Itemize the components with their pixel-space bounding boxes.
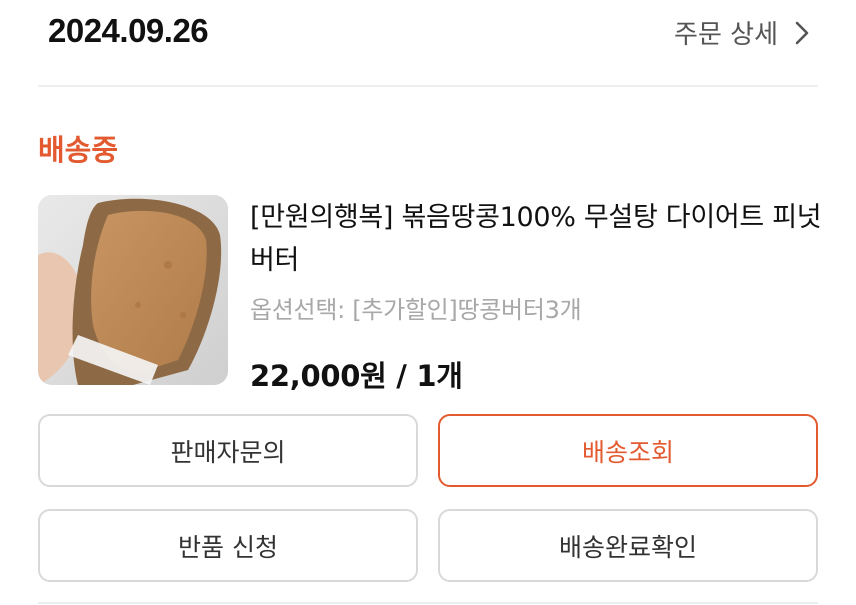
confirm-delivery-button[interactable]: 배송완료확인 <box>438 509 818 582</box>
product-option: 옵션선택: [추가할인]땅콩버터3개 <box>250 296 582 324</box>
product-price: 22,000원 / 1개 <box>250 359 463 393</box>
footer-divider <box>38 602 818 604</box>
chevron-right-icon <box>795 21 809 44</box>
product-image[interactable] <box>38 195 228 385</box>
order-card: 2024.09.26 주문 상세 배송중 [만원의행복] 볶음땅콩100% 무설… <box>0 0 856 605</box>
order-header: 2024.09.26 주문 상세 <box>0 0 856 86</box>
header-divider <box>38 85 818 87</box>
peanut-butter-toast-photo <box>38 195 228 385</box>
order-detail-label: 주문 상세 <box>674 20 778 50</box>
seller-inquiry-button[interactable]: 판매자문의 <box>38 414 418 487</box>
return-request-button[interactable]: 반품 신청 <box>38 509 418 582</box>
delivery-status: 배송중 <box>38 133 119 167</box>
product-name[interactable]: [만원의행복] 볶음땅콩100% 무설탕 다이어트 피넛버터 <box>250 196 830 282</box>
product-info: [만원의행복] 볶음땅콩100% 무설탕 다이어트 피넛버터 옵션선택: [추가… <box>250 196 830 395</box>
track-delivery-button[interactable]: 배송조회 <box>438 414 818 487</box>
order-date: 2024.09.26 <box>48 12 209 49</box>
order-detail-link[interactable]: 주문 상세 <box>674 14 810 51</box>
